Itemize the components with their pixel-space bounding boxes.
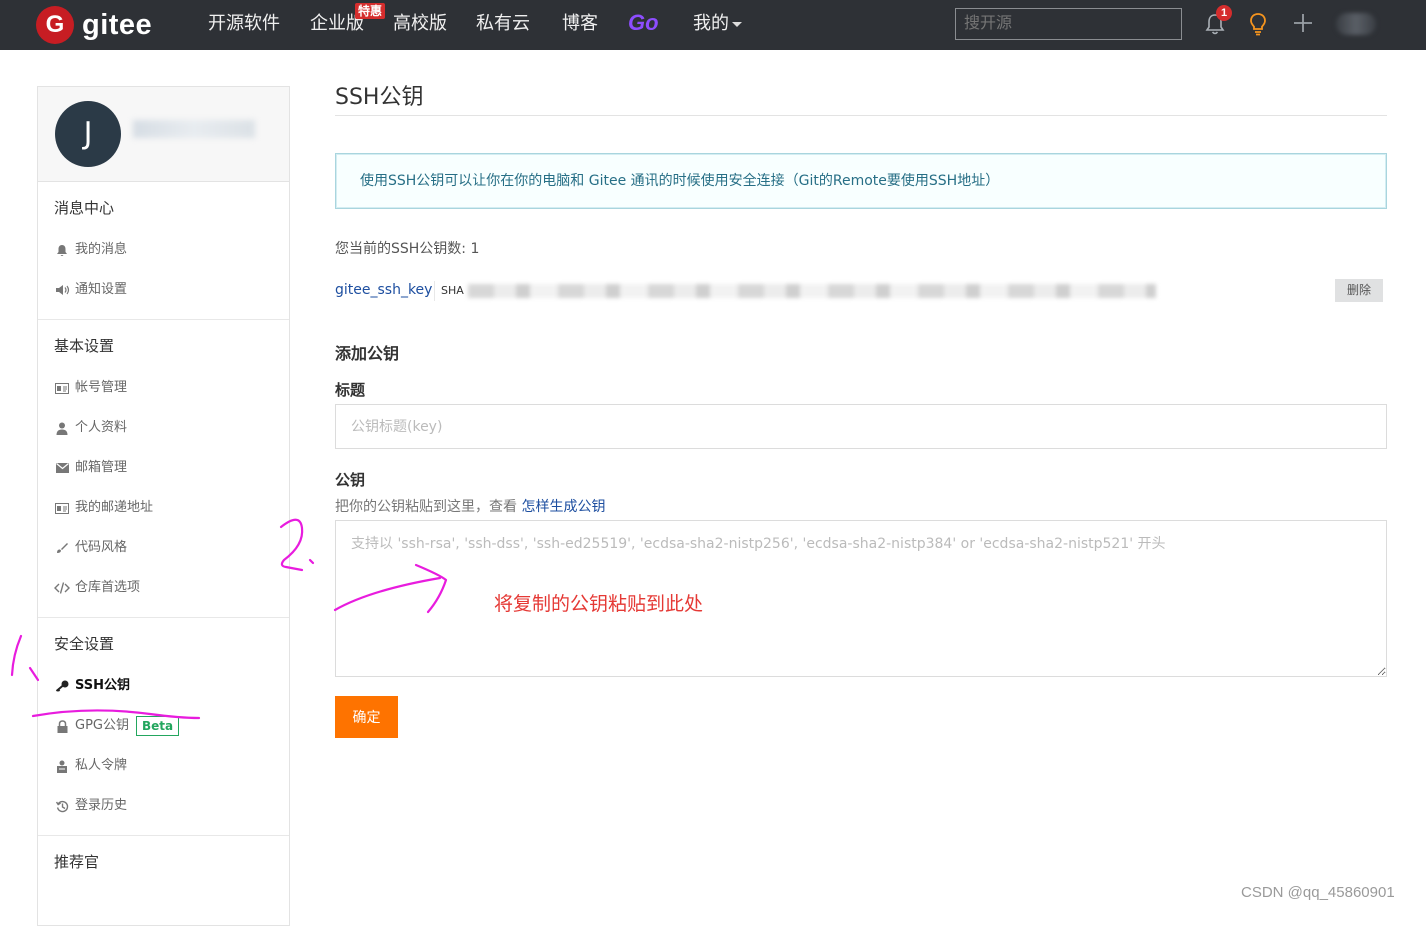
user-icon [54, 421, 70, 435]
nav-education[interactable]: 高校版 [393, 12, 447, 36]
profile-card: J [38, 87, 289, 182]
lightbulb-icon[interactable] [1246, 12, 1270, 36]
group-message-center: 消息中心 我的消息 通知设置 [38, 182, 289, 320]
sidebar-item-label: SSH公钥 [75, 678, 131, 693]
sidebar-item-ssh-keys[interactable]: SSH公钥 [38, 666, 289, 706]
gitee-logo[interactable]: gitee [36, 6, 166, 44]
group-title: 推荐官 [54, 853, 100, 871]
public-key-hint: 把你的公钥粘贴到这里，查看 怎样生成公钥 [335, 496, 605, 516]
title-divider [335, 115, 1387, 116]
sidebar-item-label: 我的消息 [75, 242, 128, 257]
add-key-heading: 添加公钥 [335, 344, 400, 363]
top-navbar: gitee 开源软件 企业版 特惠 高校版 私有云 博客 Go 我的 1 [0, 0, 1426, 50]
nav-private-cloud[interactable]: 私有云 [476, 12, 530, 36]
bell-icon [54, 243, 70, 257]
sidebar-item-address[interactable]: 我的邮递地址 [38, 488, 289, 528]
user-avatar-menu[interactable] [1336, 13, 1376, 35]
delete-key-button[interactable]: 删除 [1335, 279, 1383, 302]
page-title: SSH公钥 [335, 85, 424, 110]
code-icon [54, 581, 70, 595]
nav-mine-label: 我的 [693, 13, 729, 34]
fingerprint-prefix: SHA [441, 284, 464, 297]
csdn-watermark: CSDN @qq_45860901 [1241, 884, 1395, 901]
logo-text: gitee [82, 8, 153, 41]
history-icon [54, 799, 70, 813]
sidebar-item-label: 个人资料 [75, 420, 128, 435]
sidebar-item-notify-settings[interactable]: 通知设置 [38, 270, 289, 310]
beta-badge: Beta [136, 716, 180, 736]
notification-count-badge: 1 [1216, 5, 1232, 21]
nav-go[interactable]: Go [628, 10, 659, 36]
nav-mine-dropdown[interactable]: 我的 [693, 12, 742, 36]
sidebar-item-label: 仓库首选项 [75, 580, 141, 595]
group-title: 安全设置 [54, 635, 115, 653]
how-to-generate-key-link[interactable]: 怎样生成公钥 [521, 499, 605, 515]
ssh-key-title-link[interactable]: gitee_ssh_key [335, 282, 432, 298]
sidebar-item-label: 代码风格 [75, 540, 128, 555]
gitee-logo-icon [36, 6, 74, 44]
public-key-label: 公钥 [335, 471, 366, 489]
hint-text: 把你的公钥粘贴到这里，查看 [335, 499, 517, 515]
group-title: 消息中心 [54, 199, 115, 217]
sidebar-item-code-style[interactable]: 代码风格 [38, 528, 289, 568]
sidebar-item-label: GPG公钥 [75, 718, 129, 733]
token-icon [54, 759, 70, 773]
blurred-fingerprint [468, 284, 1156, 298]
sidebar-item-gpg-keys[interactable]: GPG公钥 Beta [38, 706, 289, 746]
nav-blog[interactable]: 博客 [562, 12, 598, 36]
sidebar-item-account[interactable]: 帐号管理 [38, 368, 289, 408]
group-title: 基本设置 [54, 337, 115, 355]
volume-icon [54, 283, 70, 297]
nav-open-source[interactable]: 开源软件 [208, 12, 280, 36]
chevron-down-icon [732, 21, 742, 27]
sidebar-item-label: 通知设置 [75, 282, 128, 297]
group-basic-settings: 基本设置 帐号管理 个人资料 邮箱管理 我的邮递地址 代码风格 仓库首选项 [38, 320, 289, 618]
address-card-icon [54, 501, 70, 515]
group-security-settings: 安全设置 SSH公钥 GPG公钥 Beta 私人令牌 登录历史 [38, 618, 289, 836]
sidebar-item-my-messages[interactable]: 我的消息 [38, 230, 289, 270]
sidebar-item-login-history[interactable]: 登录历史 [38, 786, 289, 826]
promo-badge: 特惠 [355, 3, 386, 19]
ssh-key-count: 您当前的SSH公钥数: 1 [335, 241, 480, 257]
sidebar-item-label: 我的邮递地址 [75, 500, 154, 515]
search-input[interactable] [955, 8, 1182, 40]
confirm-button[interactable]: 确定 [335, 696, 398, 738]
public-key-textarea[interactable] [335, 520, 1387, 677]
key-title-input[interactable] [335, 404, 1387, 449]
annotation-text: 将复制的公钥粘贴到此处 [494, 593, 704, 615]
sidebar-item-label: 私人令牌 [75, 758, 128, 773]
sidebar-item-profile[interactable]: 个人资料 [38, 408, 289, 448]
sidebar-item-label: 邮箱管理 [75, 460, 128, 475]
annotation-number-1 [10, 634, 23, 677]
lock-icon [54, 719, 70, 733]
brush-icon [54, 541, 70, 555]
annotation-dot-2 [308, 558, 315, 565]
sidebar-item-label: 登录历史 [75, 798, 128, 813]
plus-icon[interactable] [1291, 11, 1315, 35]
sidebar-item-tokens[interactable]: 私人令牌 [38, 746, 289, 786]
sidebar-item-label: 帐号管理 [75, 380, 128, 395]
id-card-icon [54, 381, 70, 395]
avatar[interactable]: J [55, 101, 121, 167]
group-recommender: 推荐官 [38, 836, 289, 893]
key-icon [54, 679, 70, 693]
settings-sidebar: J 消息中心 我的消息 通知设置 基本设置 帐号管理 个人资料 邮箱管理 我的邮 [37, 86, 290, 926]
key-title-label: 标题 [335, 381, 366, 399]
sidebar-item-email[interactable]: 邮箱管理 [38, 448, 289, 488]
info-message: 使用SSH公钥可以让你在你的电脑和 Gitee 通讯的时候使用安全连接（Git的… [335, 153, 1387, 209]
blurred-username [133, 120, 255, 138]
sidebar-item-repo-prefs[interactable]: 仓库首选项 [38, 568, 289, 608]
mail-icon [54, 461, 70, 475]
